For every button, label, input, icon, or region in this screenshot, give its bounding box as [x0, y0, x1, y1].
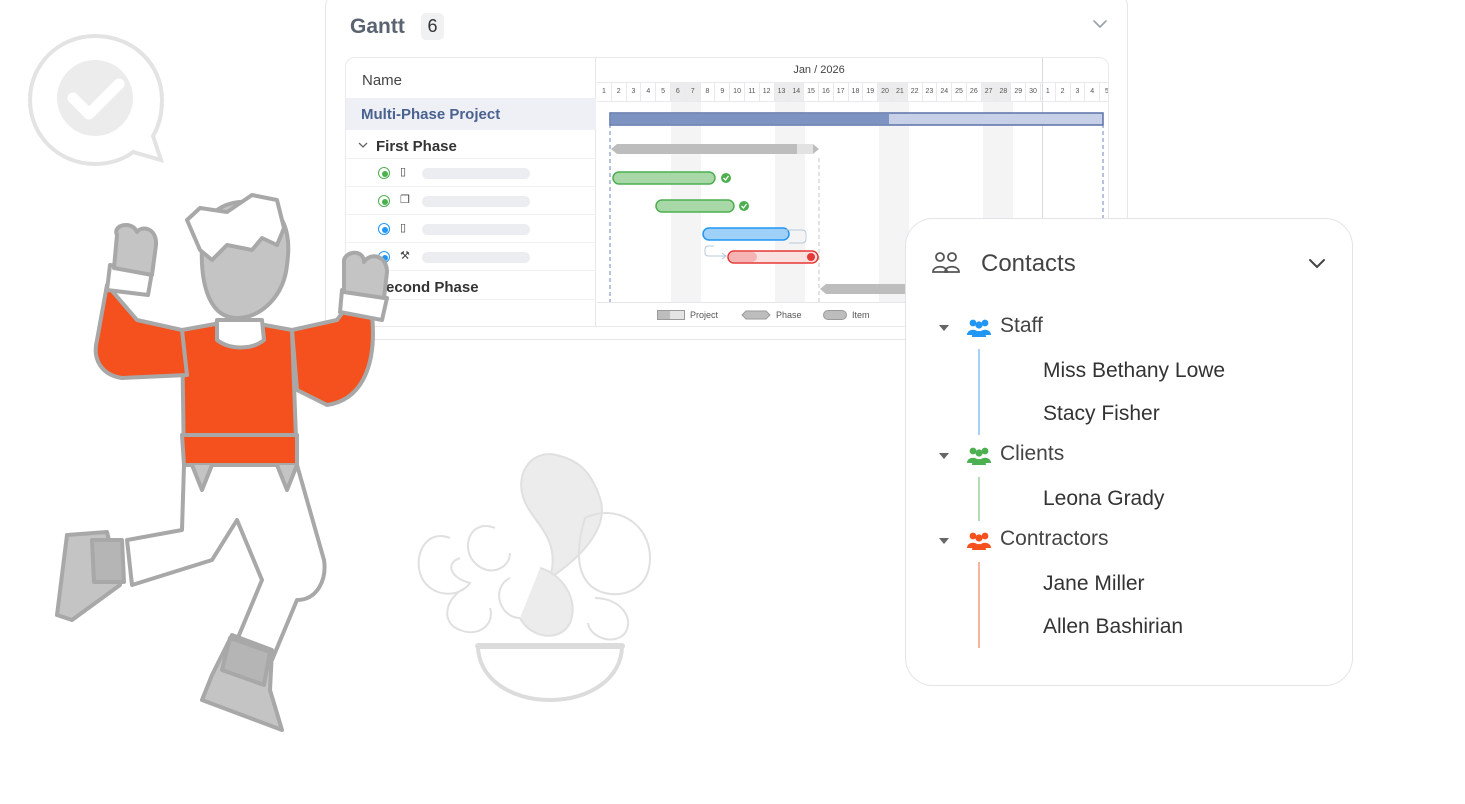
chevron-down-icon[interactable]	[1091, 15, 1109, 33]
check-icon	[739, 201, 749, 211]
warning-icon	[807, 253, 815, 261]
gantt-row-project[interactable]: Multi-Phase Project	[346, 98, 596, 130]
legend-item: Item	[823, 310, 870, 320]
contacts-card: Contacts Staff Miss Bethany Lowe Stacy F…	[905, 218, 1353, 686]
contacts-title: Contacts	[981, 250, 1076, 277]
group-staff[interactable]: Staff	[906, 313, 1206, 343]
users-icon	[932, 252, 960, 273]
hammer-icon: ⚒	[400, 250, 410, 262]
contact-item[interactable]: Leona Grady	[1043, 487, 1164, 511]
gantt-title: Gantt	[350, 15, 405, 38]
item-name-placeholder	[422, 224, 530, 235]
group-line	[978, 477, 980, 521]
clipboard-icon: ▯	[400, 222, 407, 234]
group-clients[interactable]: Clients	[906, 441, 1206, 471]
contact-item[interactable]: Stacy Fisher	[1043, 402, 1160, 426]
group-line	[978, 562, 980, 648]
item-name-placeholder	[422, 196, 530, 207]
item-bar-done	[612, 171, 716, 185]
gantt-count-badge: 6	[421, 13, 444, 40]
legend-label: Phase	[776, 310, 802, 320]
project-legend-icon	[657, 310, 685, 320]
item-name-placeholder	[422, 168, 530, 179]
legend-project: Project	[657, 310, 718, 320]
item-legend-icon	[823, 310, 847, 320]
legend-phase: Phase	[741, 310, 802, 320]
check-bubble-icon	[27, 33, 165, 167]
gantt-row-item[interactable]: ▯	[346, 159, 596, 187]
users-icon	[967, 532, 991, 550]
item-bar-done	[655, 199, 735, 213]
item-name-placeholder	[422, 252, 530, 263]
users-icon	[967, 447, 991, 465]
contact-item[interactable]: Allen Bashirian	[1043, 615, 1183, 639]
phase-legend-icon	[741, 310, 771, 320]
project-name: Multi-Phase Project	[361, 106, 501, 123]
phase-bar	[611, 144, 819, 154]
chevron-down-icon[interactable]	[358, 140, 368, 150]
contact-item[interactable]: Miss Bethany Lowe	[1043, 359, 1225, 383]
caret-down-icon[interactable]	[938, 323, 950, 333]
phase-name: First Phase	[376, 138, 457, 155]
chevron-down-icon[interactable]	[1306, 255, 1328, 271]
plant-illustration	[417, 453, 652, 703]
check-icon	[721, 173, 731, 183]
group-line	[978, 349, 980, 435]
person-illustration	[55, 193, 389, 732]
legend-label: Item	[852, 310, 870, 320]
clipboard-icon: ▯	[400, 166, 407, 178]
gantt-row-phase[interactable]: First Phase	[346, 131, 596, 159]
group-contractors[interactable]: Contractors	[906, 526, 1206, 556]
group-label: Staff	[1000, 314, 1043, 337]
item-bar-active	[702, 227, 790, 241]
caret-down-icon[interactable]	[938, 451, 950, 461]
contact-item[interactable]: Jane Miller	[1043, 572, 1145, 596]
status-done-icon	[378, 167, 390, 179]
users-icon	[967, 319, 991, 337]
group-label: Contractors	[1000, 527, 1109, 550]
group-label: Clients	[1000, 442, 1065, 465]
legend-label: Project	[690, 310, 719, 320]
name-column-header: Name	[362, 72, 403, 89]
copy-icon: ❐	[400, 194, 410, 206]
caret-down-icon[interactable]	[938, 536, 950, 546]
